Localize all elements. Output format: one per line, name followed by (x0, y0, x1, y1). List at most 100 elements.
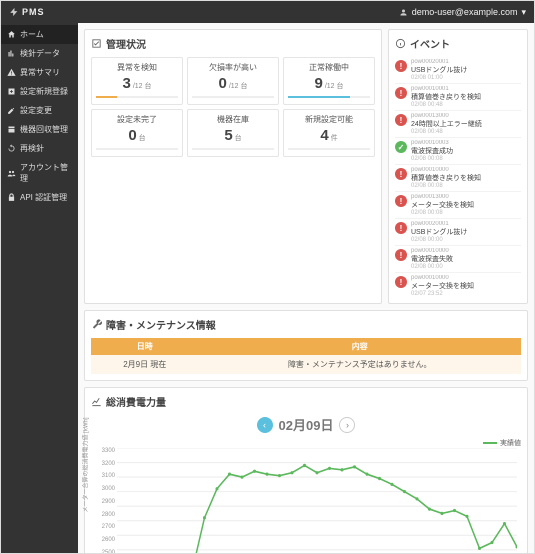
alert-icon: ! (395, 60, 407, 72)
event-time: 02/08 00:08 (411, 156, 521, 162)
check-circle-icon (91, 38, 102, 49)
sidebar-item-edit-config[interactable]: 設定変更 (1, 101, 78, 120)
chevron-down-icon[interactable]: ▾ (521, 7, 526, 18)
stat-value: 4 (320, 127, 328, 144)
event-item[interactable]: !pow0001300024時間以上エラー継続02/08 00:48 (395, 111, 521, 138)
sidebar-item-home[interactable]: ホーム (1, 25, 78, 44)
sidebar-item-recovery[interactable]: 機器回収管理 (1, 120, 78, 139)
panel-title-text: 総消費電力量 (106, 394, 166, 409)
pencil-icon (7, 106, 16, 115)
sidebar-label: 検針データ (20, 48, 60, 59)
brand: PMS (9, 7, 45, 17)
sidebar-item-api-auth[interactable]: API 認証管理 (1, 188, 78, 207)
stat-label: 設定未完了 (96, 114, 178, 125)
sidebar: ホーム 検針データ 異常サマリ 設定新規登録 設定変更 機器回収管理 再検針 ア… (1, 23, 78, 553)
sidebar-label: 設定変更 (20, 105, 52, 116)
home-icon (7, 30, 16, 39)
stat-unit: /12 台 (325, 83, 344, 90)
event-item[interactable]: !pow00010000積算値巻き戻りを検知02/08 00:08 (395, 165, 521, 192)
sidebar-label: アカウント管理 (20, 162, 72, 184)
event-message: 電波探査失敗 (411, 254, 521, 264)
sidebar-item-new-config[interactable]: 設定新規登録 (1, 82, 78, 101)
stat-value: 0 (218, 75, 226, 92)
stat-value: 0 (128, 127, 136, 144)
event-item[interactable]: !pow00010000メーター交換を検知02/07 23:52 (395, 273, 521, 297)
stat-card[interactable]: 異常を検知3/12 台 (91, 57, 183, 105)
brand-text: PMS (22, 7, 45, 17)
table-row: 2月9日 現在障害・メンテナンス予定はありません。 (91, 355, 521, 374)
stat-label: 機器在庫 (192, 114, 274, 125)
box-icon (7, 125, 16, 134)
event-time: 02/08 01:00 (411, 75, 521, 81)
users-icon (7, 169, 16, 178)
sidebar-item-meter-data[interactable]: 検針データ (1, 44, 78, 63)
event-message: メーター交換を検知 (411, 281, 521, 291)
sidebar-item-remeter[interactable]: 再検針 (1, 139, 78, 158)
stat-label: 欠損率が高い (192, 62, 274, 73)
maintenance-table: 日時内容 2月9日 現在障害・メンテナンス予定はありません。 (91, 338, 521, 374)
stat-card[interactable]: 設定未完了0台 (91, 109, 183, 157)
stat-card[interactable]: 新規設定可能4件 (283, 109, 375, 157)
user-email[interactable]: demo-user@example.com (412, 7, 518, 17)
alert-icon: ! (395, 276, 407, 288)
event-message: 電波探査成功 (411, 146, 521, 156)
chart-line (117, 465, 517, 553)
main-content: 管理状況 異常を検知3/12 台欠損率が高い0/12 台正常稼働中9/12 台設… (78, 23, 534, 553)
event-time: 02/08 00:48 (411, 129, 521, 135)
user-icon (399, 8, 408, 17)
lock-icon (7, 193, 16, 202)
events-panel: イベント !pow00020001USBドングル抜け02/08 01:00!po… (388, 29, 528, 304)
event-message: 24時間以上エラー継続 (411, 119, 521, 129)
stat-unit: /12 台 (229, 83, 248, 90)
event-message: 積算値巻き戻りを検知 (411, 92, 521, 102)
stat-label: 異常を検知 (96, 62, 178, 73)
sidebar-item-account[interactable]: アカウント管理 (1, 158, 78, 188)
stat-card[interactable]: 機器在庫 5台 (187, 109, 279, 157)
prev-date-button[interactable]: ‹ (257, 417, 273, 433)
panel-title-text: 障害・メンテナンス情報 (106, 317, 216, 332)
alert-icon: ! (395, 195, 407, 207)
table-header: 内容 (199, 338, 522, 355)
table-cell: 障害・メンテナンス予定はありません。 (199, 355, 522, 374)
event-message: USBドングル抜け (411, 227, 521, 237)
event-time: 02/08 00:48 (411, 102, 521, 108)
alert-icon: ! (395, 249, 407, 261)
stat-value: 3 (122, 75, 130, 92)
maintenance-panel: 障害・メンテナンス情報 日時内容 2月9日 現在障害・メンテナンス予定はありませ… (84, 310, 528, 381)
management-panel: 管理状況 異常を検知3/12 台欠損率が高い0/12 台正常稼働中9/12 台設… (84, 29, 382, 304)
event-time: 02/08 00:00 (411, 237, 521, 243)
event-message: 積算値巻き戻りを検知 (411, 173, 521, 183)
wrench-icon (91, 319, 102, 330)
bolt-icon (9, 7, 19, 17)
event-time: 02/08 00:00 (411, 264, 521, 270)
stat-value: 9 (314, 75, 322, 92)
alert-icon: ! (395, 87, 407, 99)
y-axis-label: メーター合算の総消費電力値 [kWh] (81, 417, 90, 512)
stat-card[interactable]: 欠損率が高い 0/12 台 (187, 57, 279, 105)
stat-value: 5 (224, 127, 232, 144)
table-header: 日時 (91, 338, 199, 355)
chart-area: メーター合算の総消費電力値 [kWh] 33003200310030002900… (117, 448, 517, 553)
event-message: メーター交換を検知 (411, 200, 521, 210)
event-item[interactable]: !pow00020001USBドングル抜け02/08 00:00 (395, 219, 521, 246)
event-item[interactable]: !pow00013000メーター交換を検知02/08 00:08 (395, 192, 521, 219)
table-cell: 2月9日 現在 (91, 355, 199, 374)
panel-title-text: イベント (410, 36, 450, 51)
event-item[interactable]: !pow00010000電波探査失敗02/08 00:00 (395, 246, 521, 273)
event-item[interactable]: ✓pow00010003電波探査成功02/08 00:08 (395, 138, 521, 165)
alert-icon: ! (395, 222, 407, 234)
stat-card[interactable]: 正常稼働中9/12 台 (283, 57, 375, 105)
event-item[interactable]: !pow00020001USBドングル抜け02/08 01:00 (395, 57, 521, 84)
alert-icon: ! (395, 168, 407, 180)
chart-date: 02月09日 (279, 415, 334, 434)
topbar: PMS demo-user@example.com ▾ (1, 1, 534, 23)
sidebar-item-anomaly[interactable]: 異常サマリ (1, 63, 78, 82)
event-item[interactable]: !pow00010001積算値巻き戻りを検知02/08 00:48 (395, 84, 521, 111)
sidebar-label: ホーム (20, 29, 44, 40)
next-date-button[interactable]: › (339, 417, 355, 433)
stat-unit: 台 (235, 135, 242, 142)
event-message: USBドングル抜け (411, 65, 521, 75)
event-time: 02/08 00:08 (411, 183, 521, 189)
info-icon (395, 38, 406, 49)
plus-box-icon (7, 87, 16, 96)
